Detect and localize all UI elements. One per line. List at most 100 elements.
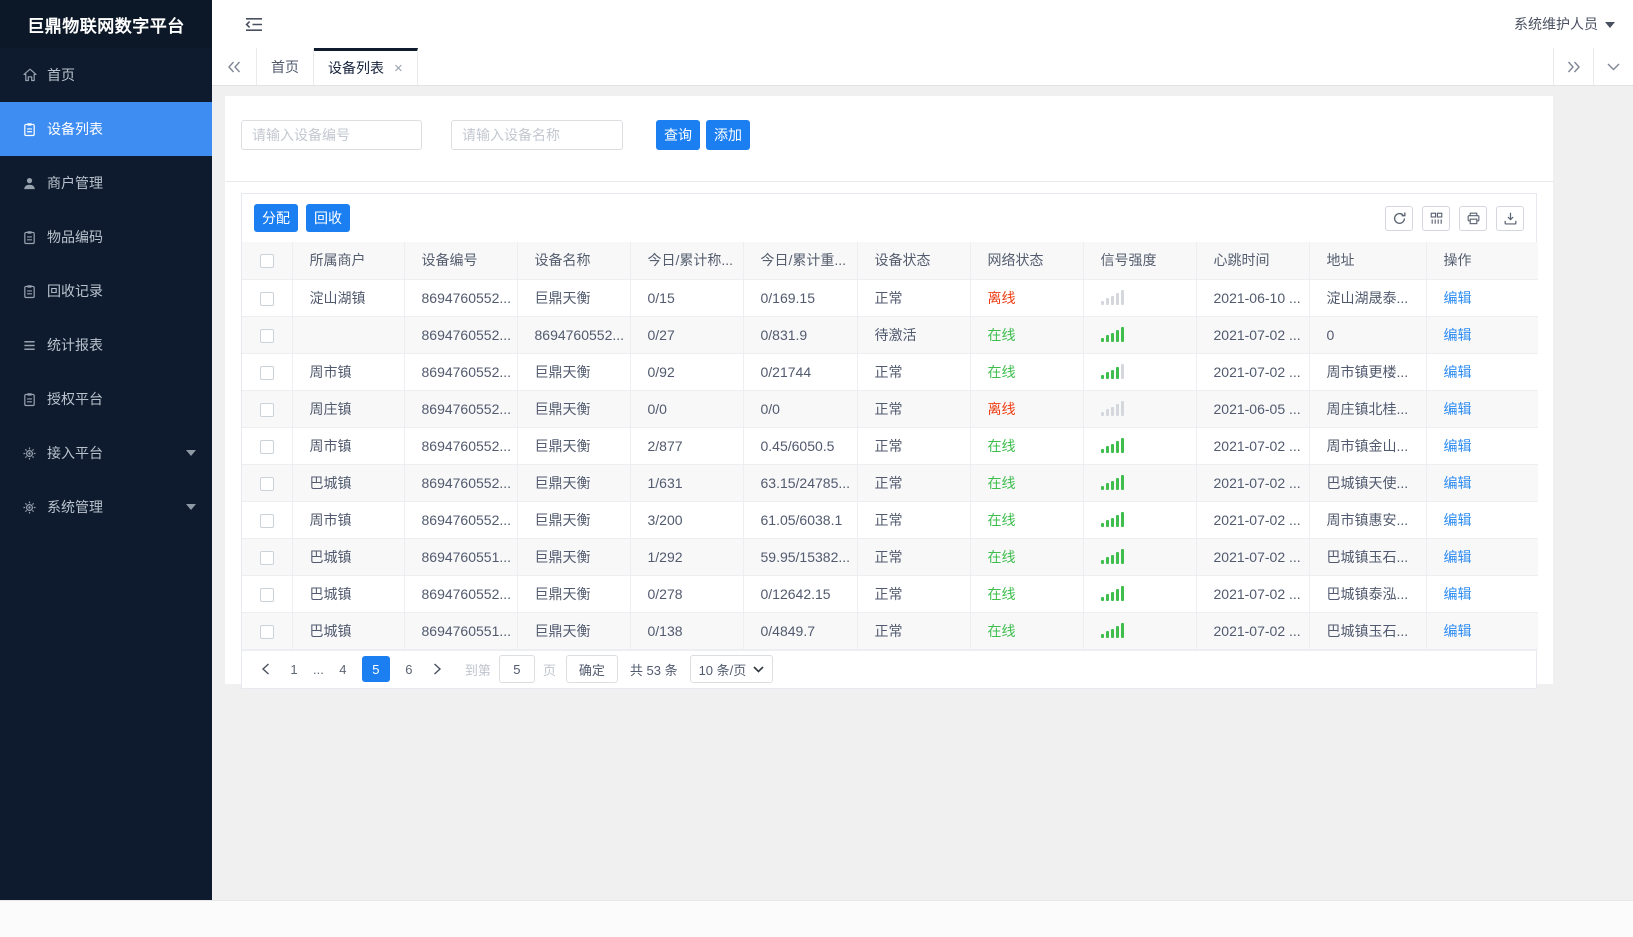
cell-device-status: 正常 — [857, 427, 971, 465]
sidebar-item-authorization[interactable]: 授权平台 — [0, 372, 212, 426]
cell-network-status: 在线 — [970, 316, 1084, 354]
row-checkbox-cell — [242, 427, 293, 465]
row-checkbox[interactable] — [259, 476, 274, 491]
cell-network-status: 离线 — [970, 279, 1084, 317]
edit-link[interactable]: 编辑 — [1444, 290, 1472, 306]
edit-link[interactable]: 编辑 — [1444, 438, 1472, 454]
row-checkbox[interactable] — [259, 328, 274, 343]
network-status-text: 离线 — [987, 400, 1016, 417]
close-tab-icon[interactable]: × — [394, 61, 403, 76]
bottom-strip — [0, 900, 1633, 937]
next-page-button[interactable] — [425, 656, 451, 682]
goto-page-input[interactable] — [498, 655, 535, 683]
tab-strip: 首页 设备列表 × — [257, 48, 418, 85]
edit-link[interactable]: 编辑 — [1444, 401, 1472, 417]
collapse-sidebar-button[interactable] — [241, 13, 267, 36]
cell-network-status: 在线 — [970, 538, 1084, 576]
row-checkbox-cell — [242, 575, 293, 613]
row-checkbox[interactable] — [259, 513, 274, 528]
edit-link[interactable]: 编辑 — [1444, 512, 1472, 528]
refresh-button[interactable] — [1385, 205, 1413, 231]
edit-link[interactable]: 编辑 — [1444, 327, 1472, 343]
goto-confirm-button[interactable]: 确定 — [565, 655, 618, 683]
edit-link[interactable]: 编辑 — [1444, 586, 1472, 602]
column-header-2: 设备名称 — [517, 242, 631, 280]
network-status-text: 在线 — [987, 548, 1016, 565]
print-button[interactable] — [1459, 205, 1487, 231]
assign-button[interactable]: 分配 — [254, 204, 298, 232]
table-row: 淀山湖镇 8694760552... 巨鼎天衡 0/15 0/169.15 正常 离线 202… — [242, 279, 1538, 317]
page-button-5[interactable]: 5 — [361, 656, 390, 682]
cell-merchant: 巴城镇 — [292, 612, 405, 650]
row-checkbox[interactable] — [259, 439, 274, 454]
prev-page-button[interactable] — [252, 656, 278, 682]
scroll-tabs-left-button[interactable] — [212, 48, 257, 85]
device-no-input[interactable] — [241, 120, 422, 150]
page-size-select[interactable]: 10 条/页 — [689, 655, 774, 683]
edit-link[interactable]: 编辑 — [1444, 364, 1472, 380]
recycle-button[interactable]: 回收 — [306, 204, 350, 232]
sidebar-item-access-platform[interactable]: 接入平台 — [0, 426, 212, 480]
edit-link[interactable]: 编辑 — [1444, 475, 1472, 491]
cell-today-weight: 61.05/6038.1 — [743, 501, 858, 539]
device-table: 所属商户 设备编号 设备名称 今日/累计称... 今日/累计重... 设备状态 网络状态 信号… — [242, 242, 1538, 650]
column-header-4: 今日/累计重... — [743, 242, 858, 280]
sidebar-item-label: 系统管理 — [47, 499, 103, 515]
sidebar-item-system-mgmt[interactable]: 系统管理 — [0, 480, 212, 534]
columns-button[interactable] — [1422, 205, 1450, 231]
add-button[interactable]: 添加 — [706, 120, 750, 150]
tab-bar: 首页 设备列表 × — [212, 48, 1633, 86]
sidebar-item-merchant-mgmt[interactable]: 商户管理 — [0, 156, 212, 210]
sidebar-item-home[interactable]: 首页 — [0, 48, 212, 102]
device-name-input[interactable] — [451, 120, 623, 150]
cell-device-status: 正常 — [857, 353, 971, 391]
row-checkbox[interactable] — [259, 365, 274, 380]
page-button-4[interactable]: 4 — [329, 656, 356, 682]
export-button[interactable] — [1496, 205, 1524, 231]
cell-action: 编辑 — [1426, 612, 1538, 650]
cell-action: 编辑 — [1426, 538, 1538, 576]
cell-signal-strength — [1083, 427, 1197, 465]
signal-strength-icon — [1100, 623, 1192, 638]
row-checkbox[interactable] — [259, 402, 274, 417]
cell-heartbeat: 2021-07-02 ... — [1196, 538, 1310, 576]
cell-today-weight: 59.95/15382... — [743, 538, 858, 576]
cell-device-name: 巨鼎天衡 — [517, 538, 631, 576]
sidebar-item-label: 授权平台 — [47, 391, 103, 407]
sidebar-item-recycle-records[interactable]: 回收记录 — [0, 264, 212, 318]
user-menu[interactable]: 系统维护人员 — [1514, 14, 1615, 34]
signal-strength-icon — [1100, 401, 1192, 416]
sidebar-item-label: 物品编码 — [47, 229, 103, 245]
network-status-text: 在线 — [987, 511, 1016, 528]
cell-merchant: 周庄镇 — [292, 390, 405, 428]
page-button-6[interactable]: 6 — [395, 656, 422, 682]
row-checkbox[interactable] — [259, 291, 274, 306]
network-status-text: 在线 — [987, 437, 1016, 454]
scroll-tabs-right-button[interactable] — [1553, 48, 1593, 85]
sidebar-item-statistics-report[interactable]: 统计报表 — [0, 318, 212, 372]
cell-device-no: 8694760552... — [404, 427, 518, 465]
edit-link[interactable]: 编辑 — [1444, 549, 1472, 565]
row-checkbox[interactable] — [259, 587, 274, 602]
table-row: 巴城镇 8694760551... 巨鼎天衡 0/138 0/4849.7 正常 在线 202… — [242, 612, 1538, 650]
network-status-text: 在线 — [987, 363, 1016, 380]
row-checkbox-cell — [242, 316, 293, 354]
query-button[interactable]: 查询 — [656, 120, 700, 150]
cell-today-count: 2/877 — [630, 427, 744, 465]
row-checkbox[interactable] — [259, 550, 274, 565]
cell-today-weight: 0/4849.7 — [743, 612, 858, 650]
row-checkbox[interactable] — [259, 624, 274, 639]
collapse-menu-icon — [245, 17, 263, 32]
tab-device-list[interactable]: 设备列表 × — [314, 48, 418, 85]
signal-strength-icon — [1100, 290, 1192, 305]
cell-network-status: 在线 — [970, 427, 1084, 465]
sidebar-item-item-code[interactable]: 物品编码 — [0, 210, 212, 264]
tab-options-button[interactable] — [1593, 48, 1633, 85]
table-row: 周庄镇 8694760552... 巨鼎天衡 0/0 0/0 正常 离线 2021-06-05… — [242, 390, 1538, 428]
table-row: 巴城镇 8694760552... 巨鼎天衡 1/631 63.15/24785... 正… — [242, 464, 1538, 502]
sidebar-item-device-list[interactable]: 设备列表 — [0, 102, 212, 156]
select-all-checkbox[interactable] — [259, 254, 274, 269]
page-button-1[interactable]: 1 — [281, 656, 307, 682]
edit-link[interactable]: 编辑 — [1444, 623, 1472, 639]
tab-home[interactable]: 首页 — [257, 48, 314, 85]
